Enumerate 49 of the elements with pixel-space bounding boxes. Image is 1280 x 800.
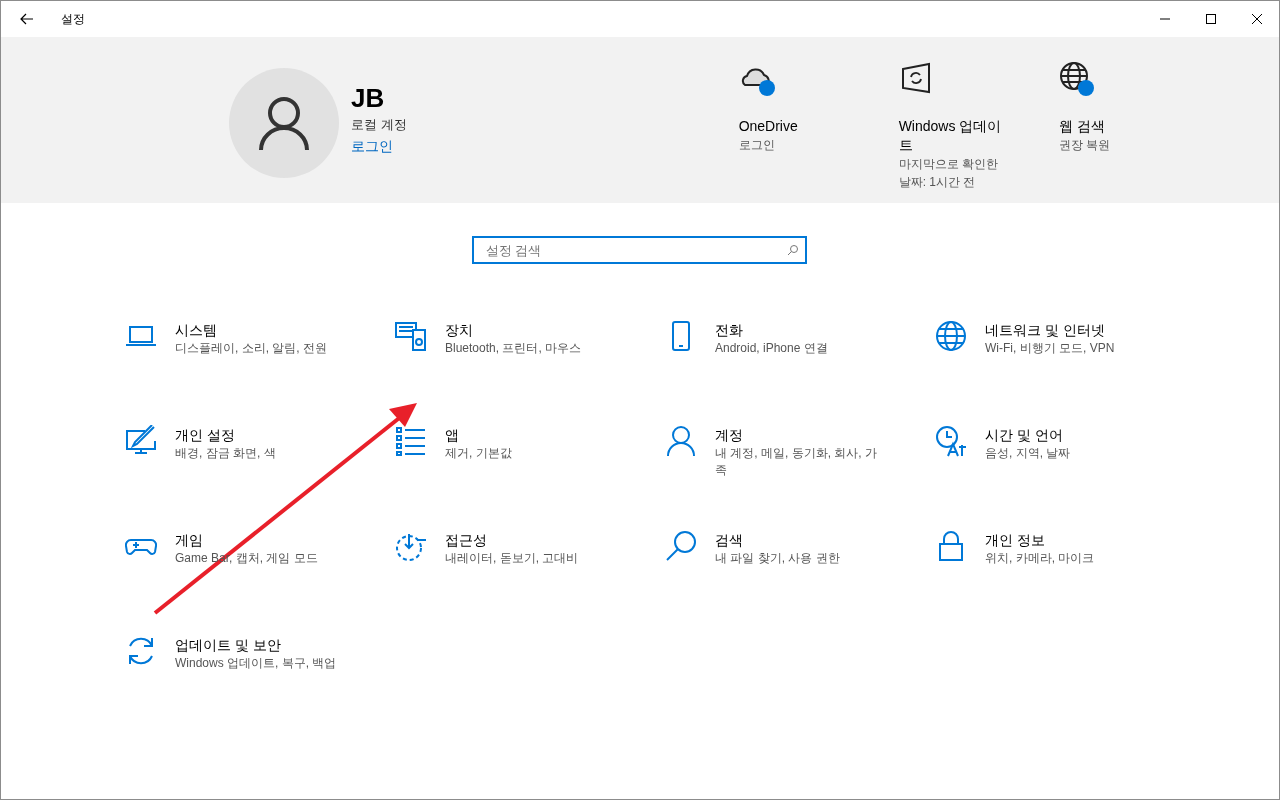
account-name: JB xyxy=(351,82,386,114)
globe-icon[interactable] xyxy=(1058,61,1095,97)
person-icon[interactable] xyxy=(665,425,697,457)
sign-in-link[interactable]: 로그인 xyxy=(351,138,407,156)
close-icon[interactable] xyxy=(1251,13,1263,25)
search-icon[interactable] xyxy=(665,530,697,562)
category-title[interactable]: 업데이트 및 보안 xyxy=(175,635,345,655)
keyboard-speaker-icon[interactable] xyxy=(395,320,427,352)
status-title: 웹 검색 xyxy=(1058,117,1106,136)
category-title[interactable]: 계정 xyxy=(715,425,885,445)
category-description: 위치, 카메라, 마이크 xyxy=(985,550,1096,567)
avatar-icon xyxy=(229,68,339,178)
search-field[interactable]: 설정 검색 xyxy=(471,236,807,264)
status-detail: 권장 복원 xyxy=(1058,137,1111,154)
category-description: Android, iPhone 연결 xyxy=(715,340,829,357)
category-description: 음성, 지역, 날짜 xyxy=(985,445,1072,462)
category-title[interactable]: 전화 xyxy=(715,320,885,340)
category-title[interactable]: 개인 설정 xyxy=(175,425,345,445)
category-description: Windows 업데이트, 복구, 백업 xyxy=(175,655,338,672)
category-title[interactable]: 앱 xyxy=(445,425,615,445)
maximize-icon[interactable] xyxy=(1205,13,1217,25)
category-title[interactable]: 장치 xyxy=(445,320,615,340)
category-description: 디스플레이, 소리, 알림, 전원 xyxy=(175,340,328,357)
category-title[interactable]: 시스템 xyxy=(175,320,345,340)
category-description: Bluetooth, 프린터, 마우스 xyxy=(445,340,583,357)
category-title[interactable]: 게임 xyxy=(175,530,345,550)
category-description: Wi-Fi, 비행기 모드, VPN xyxy=(985,340,1116,357)
category-title[interactable]: 네트워크 및 인터넷 xyxy=(985,320,1155,340)
category-title[interactable]: 개인 정보 xyxy=(985,530,1155,550)
account-type: 로컬 계정 xyxy=(351,116,407,134)
category-title[interactable]: 시간 및 언어 xyxy=(985,425,1155,445)
search-icon xyxy=(786,244,799,256)
status-title: OneDrive xyxy=(738,117,799,136)
category-description: 내 계정, 메일, 동기화, 회사, 가족 xyxy=(715,445,878,479)
back-icon[interactable] xyxy=(19,11,35,27)
window-title: 설정 xyxy=(61,10,85,28)
category-description: 제거, 기본값 xyxy=(445,445,513,462)
category-title[interactable]: 접근성 xyxy=(445,530,615,550)
category-description: 내레이터, 돋보기, 고대비 xyxy=(445,550,580,567)
monitor-brush-icon[interactable] xyxy=(125,425,157,457)
category-title[interactable]: 검색 xyxy=(715,530,885,550)
clock-letter-icon[interactable] xyxy=(935,425,967,457)
search-input[interactable]: 설정 검색 xyxy=(483,241,787,259)
status-title: Windows 업데이트 xyxy=(898,117,1003,155)
category-description: 배경, 잠금 화면, 색 xyxy=(175,445,277,462)
status-detail: 로그인 xyxy=(738,137,776,154)
list-icon[interactable] xyxy=(395,425,427,457)
category-description: 내 파일 찾기, 사용 권한 xyxy=(715,550,841,567)
status-detail: 마지막으로 확인한 날짜: 1시간 전 xyxy=(898,156,999,191)
